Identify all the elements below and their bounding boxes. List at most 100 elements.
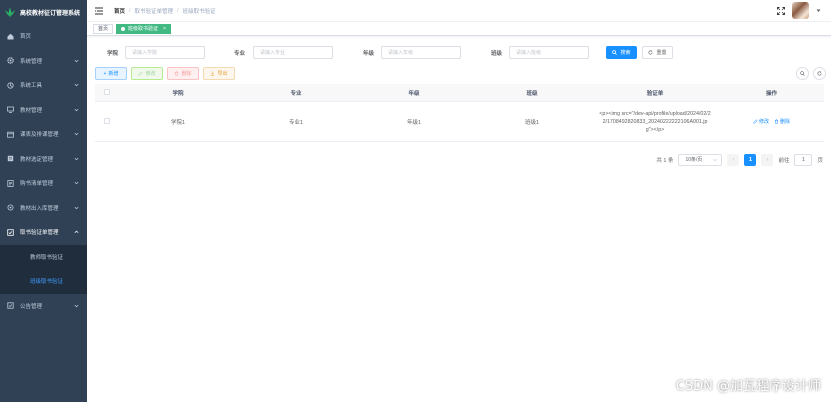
tag-label: 班级取书验证 [128, 26, 159, 32]
search-icon [612, 50, 618, 55]
page-size-select[interactable]: 10条/页 [678, 153, 723, 166]
warehouse-icon [7, 204, 14, 211]
sidebar: 高校教材征订管理系统 首页 系统管理 系统工具 教材管理 课表及排课管理 教材选… [0, 0, 87, 402]
search-button[interactable]: 搜索 [606, 46, 637, 59]
chevron-down-icon [74, 182, 79, 185]
page-size-value: 10条/页 [685, 157, 703, 163]
table-toolbar: + 新增 修改 删除 导出 [87, 67, 831, 81]
column-header: 验证单 [646, 90, 664, 97]
cell-college: 学院1 [170, 119, 186, 126]
page-number[interactable]: 1 [744, 153, 757, 166]
next-page-button[interactable]: › [761, 153, 774, 166]
college-label: 学院 [107, 51, 119, 57]
grade-label: 年级 [363, 51, 375, 57]
list-icon [7, 179, 14, 187]
sidebar-item-tools[interactable]: 系统工具 [0, 73, 87, 98]
goto-value: 1 [802, 156, 805, 163]
prev-page-button[interactable]: ‹ [727, 153, 740, 166]
major-input[interactable]: 请输入专业 [253, 46, 333, 59]
refresh-icon [817, 71, 822, 76]
submenu-item-teacher-verify[interactable]: 教师取书验证 [0, 245, 87, 270]
goto-page-input[interactable]: 1 [794, 153, 813, 166]
export-button[interactable]: 导出 [203, 67, 235, 80]
hamburger-icon[interactable] [94, 6, 104, 16]
breadcrumb-separator: / [177, 7, 179, 14]
goto-label: 前往 [778, 157, 790, 164]
sidebar-item-purchase[interactable]: 购书清单管理 [0, 171, 87, 196]
college-input[interactable]: 请输入学院 [125, 46, 205, 59]
row-delete-label: 删除 [780, 119, 791, 125]
pagination-total: 共 1 条 [656, 157, 674, 164]
class-input[interactable]: 请输入班级 [509, 46, 589, 59]
major-placeholder: 请输入专业 [260, 50, 286, 56]
college-placeholder: 请输入学院 [132, 50, 158, 56]
chevron-down-icon [74, 157, 79, 161]
sidebar-item-system[interactable]: 系统管理 [0, 49, 87, 74]
sidebar-item-home[interactable]: 首页 [0, 24, 87, 49]
active-dot [121, 26, 126, 31]
cell-class: 班级1 [524, 119, 540, 126]
add-button[interactable]: + 新增 [95, 67, 127, 80]
caret-down-icon[interactable] [816, 8, 821, 13]
row-edit-label: 修改 [758, 119, 769, 125]
sidebar-item-label: 首页 [20, 34, 32, 41]
edit-icon [753, 119, 758, 124]
gear-icon [7, 57, 14, 65]
row-checkbox[interactable] [104, 117, 110, 124]
tag-class-verify[interactable]: 班级取书验证 × [116, 23, 171, 34]
watermark: CSDN @加瓦程序设计师 [675, 379, 821, 394]
add-button-label: 新增 [108, 71, 119, 77]
refresh-button[interactable] [813, 67, 826, 80]
chevron-up-icon [74, 230, 79, 234]
sidebar-item-label: 取书验证单管理 [20, 230, 59, 237]
row-edit-button[interactable]: 修改 [753, 118, 769, 125]
search-icon [800, 71, 805, 76]
pagination: 共 1 条 10条/页 ‹ 1 › 前往 1 页 [656, 153, 823, 166]
book-icon [7, 155, 14, 162]
row-select-cell [95, 117, 119, 126]
delete-button[interactable]: 删除 [167, 67, 199, 80]
calendar-icon [7, 131, 14, 138]
tag-home[interactable]: 首页 [93, 23, 114, 34]
table-header: 学院 专业 年级 班级 验证单 操作 [95, 84, 824, 102]
sidebar-item-textbook[interactable]: 教材管理 [0, 98, 87, 123]
submenu-item-label: 班级取书验证 [30, 279, 64, 286]
sidebar-item-verification[interactable]: 取书验证单管理 [0, 220, 87, 245]
data-table: 学院 专业 年级 班级 验证单 操作 学院1 专业1 年级1 班级1 <p><i… [95, 84, 824, 142]
chevron-down-icon [713, 158, 718, 161]
cell-actions: 修改 删除 [719, 118, 824, 125]
select-all-checkbox[interactable] [104, 88, 110, 95]
sidebar-item-schedule[interactable]: 课表及排课管理 [0, 122, 87, 147]
page-suffix: 页 [817, 157, 823, 164]
table-row: 学院1 专业1 年级1 班级1 <p><img src="/dev-api/pr… [95, 102, 824, 142]
class-label: 班级 [491, 51, 503, 57]
sidebar-item-label: 教材管理 [20, 107, 43, 114]
logo[interactable]: 高校教材征订管理系统 [0, 0, 87, 24]
row-delete-button[interactable]: 删除 [774, 118, 790, 125]
grade-input[interactable]: 请输入年级 [381, 46, 461, 59]
edit-button[interactable]: 修改 [131, 67, 163, 80]
dashboard-icon [7, 33, 14, 40]
export-button-label: 导出 [217, 71, 228, 77]
trash-icon [175, 71, 179, 76]
sidebar-item-notice[interactable]: 公告管理 [0, 294, 87, 319]
sidebar-item-label: 公告管理 [20, 303, 43, 310]
fullscreen-icon[interactable] [777, 6, 785, 15]
search-form: 学院 请输入学院 专业 请输入专业 年级 请输入年级 班级 请输入班级 搜索 重… [87, 46, 831, 60]
column-header: 年级 [408, 90, 420, 97]
sidebar-item-selection[interactable]: 教材选定管理 [0, 147, 87, 172]
reset-button[interactable]: 重置 [642, 46, 673, 59]
breadcrumb-item[interactable]: 首页 [114, 7, 125, 15]
toggle-search-button[interactable] [796, 67, 809, 80]
edit-icon [138, 71, 144, 76]
breadcrumb-separator: / [129, 7, 131, 14]
breadcrumb-item: 取书验证单管理 [134, 8, 174, 15]
trash-icon [774, 119, 779, 124]
close-icon[interactable]: × [163, 26, 166, 32]
avatar[interactable] [792, 2, 809, 19]
breadcrumb: 首页 / 取书验证单管理 / 班级取书验证 [114, 7, 216, 15]
navbar-right [777, 2, 821, 19]
submenu-item-class-verify[interactable]: 班级取书验证 [0, 269, 87, 294]
navbar: 首页 / 取书验证单管理 / 班级取书验证 [87, 0, 831, 22]
sidebar-item-inventory[interactable]: 教材出入库管理 [0, 196, 87, 221]
